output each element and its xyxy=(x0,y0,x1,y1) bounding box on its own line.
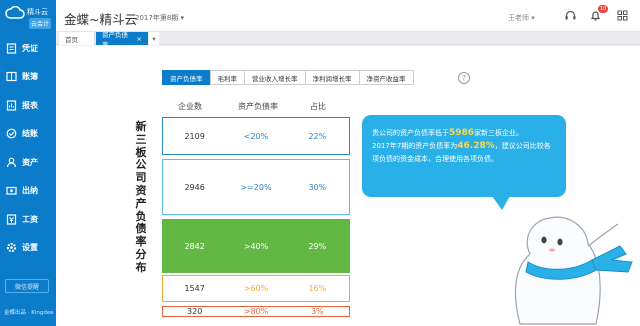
voucher-icon xyxy=(6,43,17,54)
indicator-tabs: 资产负债率 毛利率 营业收入增长率 净利润增长率 净资产收益率 xyxy=(162,70,414,85)
logo-badge: 云会计 xyxy=(29,18,52,29)
cell-share: 30% xyxy=(308,182,327,192)
sidebar-item-label: 出纳 xyxy=(22,186,38,196)
tab-asset-liability[interactable]: 资产负债率 × xyxy=(96,31,148,49)
help-icon[interactable]: ? xyxy=(458,72,470,84)
cell-count: 320 xyxy=(187,307,203,316)
sidebar-footer: 金蝶出品 · Kingdee xyxy=(4,310,54,316)
tab-bar: 首页 资产负债率 × ▾ xyxy=(56,31,640,49)
salary-icon xyxy=(6,214,17,225)
bubble-highlight-count: 5986 xyxy=(449,128,475,138)
subtab-asset-liability-ratio[interactable]: 资产负债率 xyxy=(162,70,211,85)
ledger-icon xyxy=(6,72,17,82)
cell-share: 16% xyxy=(308,284,327,293)
logo-text: 精斗云 xyxy=(27,8,48,16)
cell-count: 2946 xyxy=(184,182,205,192)
cell-range: >=20% xyxy=(240,182,272,192)
cashier-icon xyxy=(6,187,17,195)
table-row: 2109 <20% 22% xyxy=(162,117,350,155)
main-panel: 资产负债率 毛利率 营业收入增长率 净利润增长率 净资产收益率 ? 新三板公司资… xyxy=(56,46,640,326)
sidebar-item-asset[interactable]: 资产 xyxy=(0,148,56,177)
cell-range: <20% xyxy=(243,131,269,141)
sidebar-item-label: 资产 xyxy=(22,157,38,167)
column-header-share: 占比 xyxy=(310,102,326,111)
cell-count: 1547 xyxy=(184,284,205,293)
sidebar-item-salary[interactable]: 工资 xyxy=(0,205,56,234)
report-icon xyxy=(6,100,17,111)
app-title: 金蝶~精斗云 xyxy=(64,12,137,27)
sidebar-item-settings[interactable]: 设置 xyxy=(0,234,56,263)
table-row: 320 >80% 3% xyxy=(162,306,350,317)
sidebar-item-label: 设置 xyxy=(22,243,38,253)
subtab-revenue-growth[interactable]: 营业收入增长率 xyxy=(244,70,306,85)
sidebar-item-label: 账簿 xyxy=(22,72,38,82)
column-header-ratio: 资产负债率 xyxy=(238,102,278,111)
period-label: 2017年第8期 xyxy=(135,14,179,22)
table-row: 2946 >=20% 30% xyxy=(162,159,350,215)
wechat-reminder-button[interactable]: 微信提醒 xyxy=(5,279,49,293)
checkout-icon xyxy=(6,128,17,139)
table-row: 1547 >60% 16% xyxy=(162,275,350,302)
header: 金蝶~精斗云 2017年第8期 ▾ 王老师 ▾ 10 xyxy=(56,0,640,32)
sidebar-item-label: 工资 xyxy=(22,214,38,224)
table-row: 2842 >40% 29% xyxy=(162,219,350,273)
user-menu[interactable]: 王老师 ▾ xyxy=(508,13,535,23)
logo: 精斗云 云会计 xyxy=(5,4,53,30)
sidebar-item-label: 报表 xyxy=(22,100,38,110)
user-name: 王老师 xyxy=(508,14,529,22)
sidebar-item-voucher[interactable]: 凭证 xyxy=(0,34,56,63)
period-selector[interactable]: 2017年第8期 ▾ xyxy=(135,13,184,23)
subtab-profit-growth[interactable]: 净利润增长率 xyxy=(304,70,360,85)
cell-share: 22% xyxy=(308,131,327,141)
headset-icon[interactable] xyxy=(564,9,577,22)
sidebar-nav: 凭证 账簿 报表 结账 资产 出纳 工资 设置 xyxy=(0,34,56,262)
cell-count: 2109 xyxy=(184,131,205,141)
subtab-roe[interactable]: 净资产收益率 xyxy=(358,70,414,85)
sidebar-item-label: 凭证 xyxy=(22,43,38,53)
chart-title: 新三板公司资产负债率分布 xyxy=(135,120,147,274)
subtab-gross-margin[interactable]: 毛利率 xyxy=(209,70,245,85)
analysis-bubble: 贵公司的资产负债率低于5986家新三板企业。 2017年7期的资产负债率为46.… xyxy=(362,115,566,197)
column-header-count: 企业数 xyxy=(178,102,202,111)
cell-count: 2842 xyxy=(184,241,205,251)
sidebar-item-report[interactable]: 报表 xyxy=(0,91,56,120)
cell-share: 3% xyxy=(310,307,324,316)
cloud-logo-icon xyxy=(5,6,25,19)
close-icon[interactable]: × xyxy=(137,35,142,43)
tab-home[interactable]: 首页 xyxy=(59,32,95,45)
settings-icon xyxy=(6,243,17,253)
bubble-text-1: 贵公司的资产负债率低于 xyxy=(372,129,449,137)
sidebar-item-ledger[interactable]: 账簿 xyxy=(0,63,56,92)
mascot-illustration xyxy=(514,216,633,325)
tab-label: 首页 xyxy=(65,35,78,44)
sidebar-item-label: 结账 xyxy=(22,129,38,139)
tab-more-dropdown[interactable]: ▾ xyxy=(149,32,159,45)
sidebar-item-checkout[interactable]: 结账 xyxy=(0,120,56,149)
cell-range: >80% xyxy=(243,307,269,316)
cell-share: 29% xyxy=(308,241,327,251)
bubble-text-3: 2017年7期的资产负债率为 xyxy=(372,142,458,150)
bubble-highlight-ratio: 46.28% xyxy=(457,141,495,151)
grid-icon[interactable] xyxy=(616,9,629,22)
bubble-text-2: 家新三板企业。 xyxy=(474,129,524,137)
notification-badge: 10 xyxy=(598,5,609,13)
cell-range: >60% xyxy=(243,284,269,293)
asset-icon xyxy=(6,157,17,167)
sidebar: 精斗云 云会计 凭证 账簿 报表 结账 资产 出纳 工资 设置 微信提醒 金蝶出… xyxy=(0,0,56,326)
cell-range: >40% xyxy=(243,241,269,251)
sidebar-item-cashier[interactable]: 出纳 xyxy=(0,177,56,206)
